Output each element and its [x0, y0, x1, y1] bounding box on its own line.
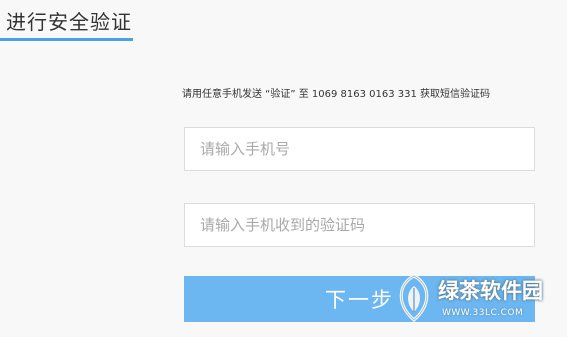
page-title: 进行安全验证 [6, 10, 132, 34]
sms-instruction-text: 请用任意手机发送 “验证” 至 1069 8163 0163 331 获取短信验… [182, 89, 491, 100]
title-underline [0, 38, 133, 41]
next-step-button[interactable]: 下一步 [184, 276, 535, 322]
verification-code-input[interactable] [184, 203, 535, 247]
phone-number-input[interactable] [184, 127, 535, 171]
